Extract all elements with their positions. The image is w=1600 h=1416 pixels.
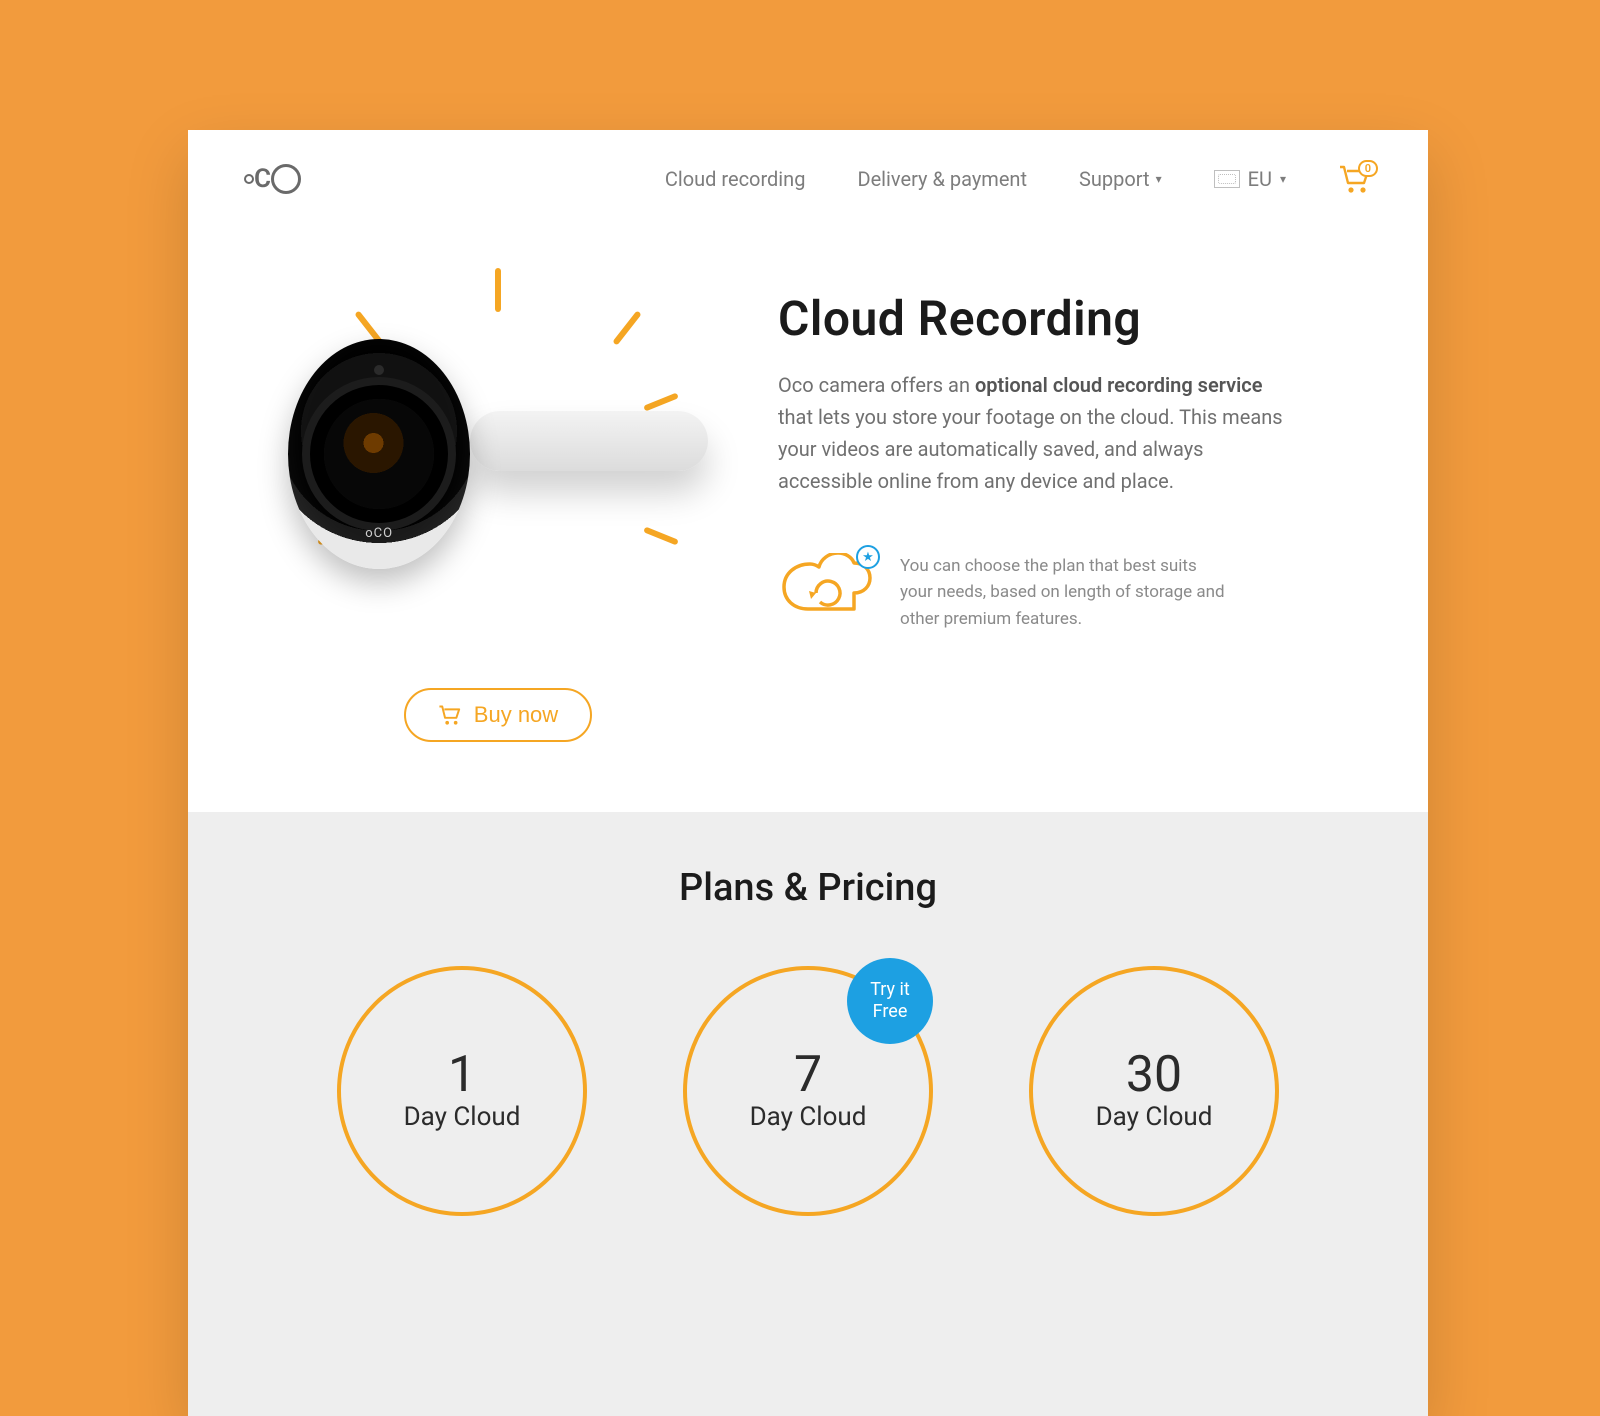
nav-support[interactable]: Support ▾ <box>1079 167 1162 191</box>
plan-number: 1 <box>448 1050 476 1100</box>
plan-label: Day Cloud <box>750 1102 867 1132</box>
try-free-badge: Try it Free <box>847 958 933 1044</box>
plan-hint: ★ You can choose the plan that best suit… <box>778 553 1358 632</box>
buy-now-button[interactable]: Buy now <box>404 688 592 742</box>
plan-number: 7 <box>794 1050 822 1100</box>
hero-title: Cloud Recording <box>778 290 1358 347</box>
ray-icon <box>495 268 501 312</box>
product-illustration: oCO <box>288 264 708 644</box>
nav-delivery-payment[interactable]: Delivery & payment <box>857 167 1027 191</box>
cart-icon <box>438 704 462 726</box>
plans-title: Plans & Pricing <box>248 866 1368 910</box>
hero-section: oCO Buy now Cloud Recording Oco camera o… <box>188 224 1428 812</box>
ray-icon <box>612 310 641 345</box>
logo[interactable]: C <box>244 164 301 194</box>
hero-desc-suffix: that lets you store your footage on the … <box>778 405 1283 493</box>
ray-icon <box>643 526 679 545</box>
plan-label: Day Cloud <box>404 1102 521 1132</box>
hero-desc-bold: optional cloud recording service <box>975 373 1263 397</box>
page: C Cloud recording Delivery & payment Sup… <box>188 130 1428 1416</box>
buy-now-label: Buy now <box>474 702 558 728</box>
plan-row: 1 Day Cloud Try it Free 7 Day Cloud 30 D… <box>248 966 1368 1216</box>
nav-support-label: Support <box>1079 167 1150 191</box>
plan-hint-text: You can choose the plan that best suits … <box>900 553 1230 632</box>
nav-cloud-recording-label: Cloud recording <box>665 167 806 191</box>
cart-button[interactable]: 0 <box>1338 164 1372 194</box>
logo-c-icon: C <box>254 164 271 194</box>
header: C Cloud recording Delivery & payment Sup… <box>188 130 1428 224</box>
hero-right: Cloud Recording Oco camera offers an opt… <box>778 264 1358 742</box>
chevron-down-icon: ▾ <box>1156 172 1162 186</box>
camera-stand-icon <box>470 411 708 471</box>
star-badge-icon: ★ <box>856 545 880 569</box>
ray-icon <box>643 392 679 411</box>
logo-ring-icon <box>271 164 301 194</box>
plan-1-day[interactable]: 1 Day Cloud <box>337 966 587 1216</box>
hero-description: Oco camera offers an optional cloud reco… <box>778 369 1298 497</box>
hero-desc-prefix: Oco camera offers an <box>778 373 975 397</box>
region-label: EU <box>1248 167 1272 191</box>
chevron-down-icon: ▾ <box>1280 172 1286 186</box>
camera-brand-label: oCO <box>365 526 393 541</box>
hero-left: oCO Buy now <box>258 264 738 742</box>
main-nav: Cloud recording Delivery & payment Suppo… <box>665 164 1372 194</box>
plan-number: 30 <box>1126 1050 1182 1100</box>
cloud-icon-box: ★ <box>778 553 874 623</box>
nav-cloud-recording[interactable]: Cloud recording <box>665 167 806 191</box>
nav-delivery-payment-label: Delivery & payment <box>857 167 1027 191</box>
flag-icon <box>1214 170 1240 188</box>
region-selector[interactable]: EU ▾ <box>1214 167 1286 191</box>
plan-30-day[interactable]: 30 Day Cloud <box>1029 966 1279 1216</box>
plan-7-day[interactable]: Try it Free 7 Day Cloud <box>683 966 933 1216</box>
logo-dot-icon <box>244 174 254 184</box>
camera-icon: oCO <box>288 339 470 569</box>
cart-count-badge: 0 <box>1358 160 1378 177</box>
plan-label: Day Cloud <box>1096 1102 1213 1132</box>
plans-section: Plans & Pricing 1 Day Cloud Try it Free … <box>188 812 1428 1416</box>
